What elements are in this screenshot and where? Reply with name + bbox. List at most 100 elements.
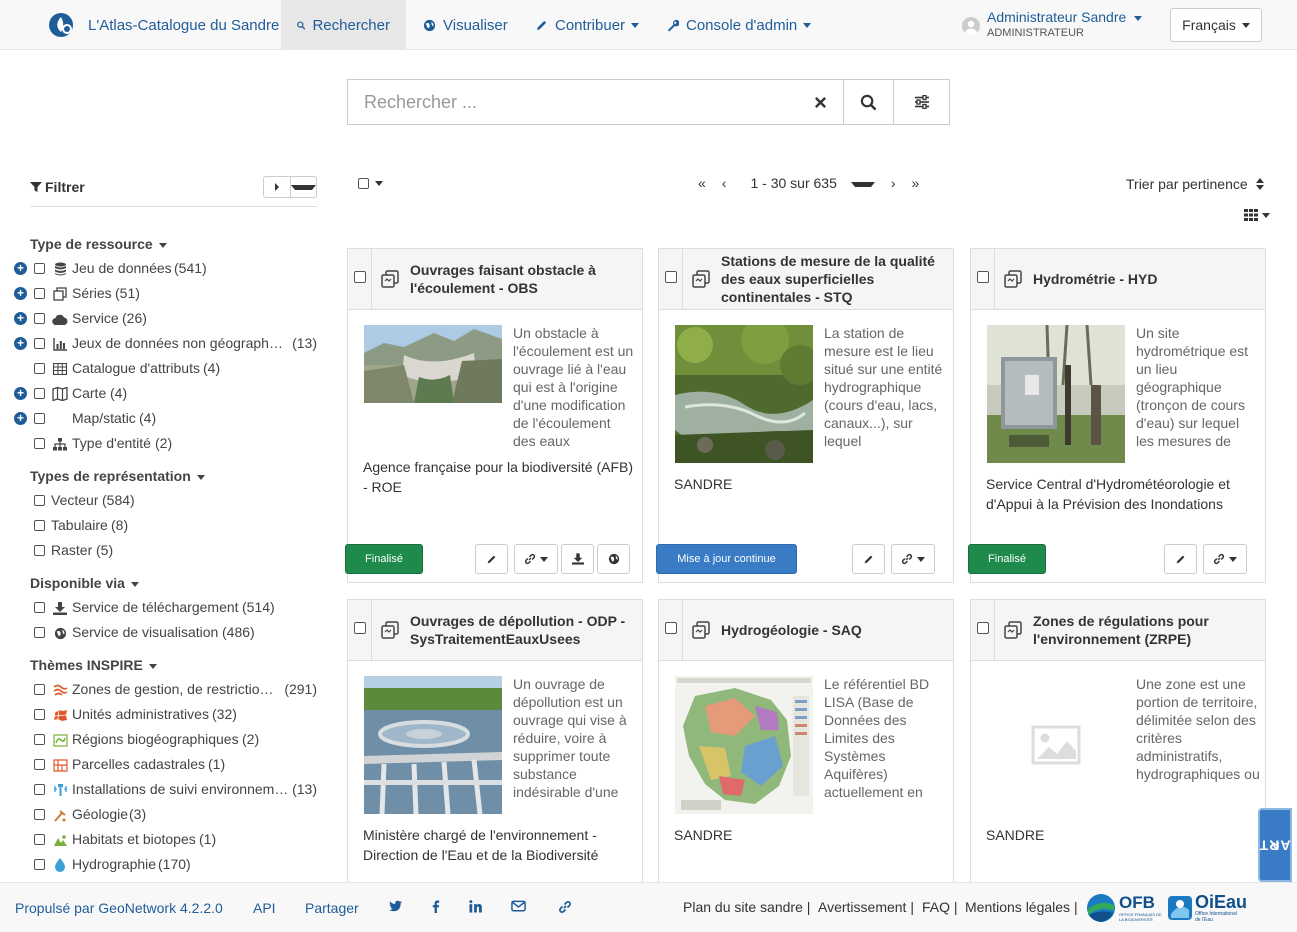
facet-item-management-zones[interactable]: Zones de gestion, de restriction ou de r… (0, 680, 320, 700)
facet-checkbox[interactable] (34, 809, 45, 820)
facet-checkbox[interactable] (34, 545, 45, 556)
card-title[interactable]: Ouvrages de dépollution - ODP - SysTrait… (410, 600, 634, 660)
facet-item-map[interactable]: + Carte (4) (0, 384, 320, 404)
search-button[interactable] (843, 80, 893, 124)
expand-facets-button[interactable] (264, 177, 290, 197)
sort-dropdown[interactable]: Trier par pertinence (1126, 176, 1264, 192)
card-title[interactable]: Hydrométrie - HYD (1033, 249, 1257, 309)
facet-checkbox[interactable] (34, 363, 45, 374)
facet-checkbox[interactable] (34, 627, 45, 638)
expand-icon[interactable]: + (14, 387, 27, 400)
facet-item-map-static[interactable]: + Map/static (4) (0, 409, 320, 429)
facet-checkbox[interactable] (34, 313, 45, 324)
facet-checkbox[interactable] (34, 602, 45, 613)
nav-admin[interactable]: Console d'admin (650, 0, 827, 50)
expand-icon[interactable]: + (14, 337, 27, 350)
facet-item-geology[interactable]: Géologie (3) (0, 805, 320, 825)
facet-checkbox[interactable] (34, 834, 45, 845)
view-map-button[interactable] (597, 544, 630, 574)
facet-checkbox[interactable] (34, 859, 45, 870)
download-button[interactable] (561, 544, 594, 574)
card-title[interactable]: Ouvrages faisant obstacle à l'écoulement… (410, 249, 634, 309)
facet-group-representation[interactable]: Types de représentation (30, 468, 205, 484)
result-card[interactable]: Hydrométrie - HYD Un site hydrométrique … (968, 248, 1266, 583)
facet-checkbox[interactable] (34, 759, 45, 770)
facet-item-admin-units[interactable]: Unités administratives (32) (0, 705, 320, 725)
facet-checkbox[interactable] (34, 263, 45, 274)
clear-search-button[interactable] (797, 80, 843, 124)
facet-item-feature-type[interactable]: Type d'entité (2) (0, 434, 320, 454)
legal-link[interactable]: Mentions légales | (965, 899, 1078, 915)
link-icon[interactable] (558, 900, 572, 914)
facet-checkbox[interactable] (34, 709, 45, 720)
facet-item-monitoring[interactable]: Installations de suivi environnemental (1… (0, 780, 320, 800)
powered-by-link[interactable]: Propulsé par GeoNetwork 4.2.2.0 (15, 900, 223, 916)
facet-item-attribute-catalog[interactable]: Catalogue d'attributs (4) (0, 359, 320, 379)
email-icon[interactable] (511, 900, 526, 912)
facet-item-vector[interactable]: Vecteur (584) (0, 491, 320, 511)
faq-link[interactable]: FAQ | (922, 899, 958, 915)
advanced-search-button[interactable] (893, 80, 949, 124)
card-checkbox[interactable] (665, 622, 677, 634)
expand-icon[interactable]: + (14, 262, 27, 275)
user-menu[interactable]: Administrateur Sandre ADMINISTRATEUR (962, 8, 1143, 40)
brand-link[interactable]: L'Atlas-Catalogue du Sandre (48, 12, 279, 38)
facet-menu-button[interactable] (289, 177, 316, 197)
facet-group-available-via[interactable]: Disponible via (30, 575, 139, 591)
card-checkbox[interactable] (977, 622, 989, 634)
facet-item-series[interactable]: + Séries (51) (0, 284, 320, 304)
select-all-checkbox[interactable] (358, 178, 369, 189)
layout-toggle[interactable] (1244, 209, 1270, 221)
facet-checkbox[interactable] (34, 495, 45, 506)
twitter-icon[interactable] (389, 900, 402, 912)
facet-group-inspire[interactable]: Thèmes INSPIRE (30, 657, 157, 673)
expand-icon[interactable]: + (14, 412, 27, 425)
result-card[interactable]: Zones de régulations pour l'environnemen… (970, 599, 1266, 889)
card-title[interactable]: Stations de mesure de la qualité des eau… (721, 249, 945, 309)
select-all-dropdown[interactable] (358, 178, 383, 189)
map-panel-tab[interactable]: « CARTE (1248, 808, 1297, 882)
facet-item-tabular[interactable]: Tabulaire (8) (0, 516, 320, 536)
facet-item-view-service[interactable]: Service de visualisation (486) (0, 623, 320, 643)
facet-checkbox[interactable] (34, 734, 45, 745)
facet-item-cadastral[interactable]: Parcelles cadastrales (1) (0, 755, 320, 775)
facet-checkbox[interactable] (34, 413, 45, 424)
links-dropdown[interactable] (891, 544, 935, 574)
facet-item-non-geographic[interactable]: + Jeux de données non géographiques (13) (0, 334, 320, 354)
card-checkbox[interactable] (354, 271, 366, 283)
last-page-button[interactable]: » (904, 175, 928, 191)
search-input[interactable] (348, 80, 797, 124)
facet-item-download-service[interactable]: Service de téléchargement (514) (0, 598, 320, 618)
edit-button[interactable] (852, 544, 885, 574)
card-checkbox[interactable] (977, 271, 989, 283)
result-card[interactable]: Hydrogéologie - SAQ Le référentiel BD LI… (658, 599, 954, 889)
api-link[interactable]: API (253, 900, 276, 916)
result-card[interactable]: Ouvrages de dépollution - ODP - SysTrait… (347, 599, 643, 889)
facebook-icon[interactable] (432, 900, 440, 913)
nav-contribute[interactable]: Contribuer (519, 0, 655, 50)
result-card[interactable]: Ouvrages faisant obstacle à l'écoulement… (345, 248, 643, 583)
facet-checkbox[interactable] (34, 288, 45, 299)
facet-item-service[interactable]: + Service (26) (0, 309, 320, 329)
facet-item-hydrography[interactable]: Hydrographie (170) (0, 855, 320, 875)
sitemap-link[interactable]: Plan du site sandre | (683, 899, 810, 915)
facet-checkbox[interactable] (34, 388, 45, 399)
links-dropdown[interactable] (1203, 544, 1247, 574)
warning-link[interactable]: Avertissement | (818, 899, 914, 915)
language-select[interactable]: Français (1170, 8, 1262, 42)
expand-icon[interactable]: + (14, 312, 27, 325)
facet-checkbox[interactable] (34, 784, 45, 795)
nav-search[interactable]: Rechercher (281, 0, 406, 50)
facet-checkbox[interactable] (34, 338, 45, 349)
first-page-button[interactable]: « (690, 175, 714, 191)
edit-button[interactable] (1164, 544, 1197, 574)
linkedin-icon[interactable] (469, 900, 482, 913)
card-checkbox[interactable] (354, 622, 366, 634)
card-title[interactable]: Zones de régulations pour l'environnemen… (1033, 600, 1257, 660)
facet-item-dataset[interactable]: + Jeu de données (541) (0, 259, 320, 279)
prev-page-button[interactable]: ‹ (714, 175, 735, 191)
expand-icon[interactable]: + (14, 287, 27, 300)
facet-checkbox[interactable] (34, 520, 45, 531)
nav-visualize[interactable]: Visualiser (407, 0, 524, 50)
card-checkbox[interactable] (665, 271, 677, 283)
